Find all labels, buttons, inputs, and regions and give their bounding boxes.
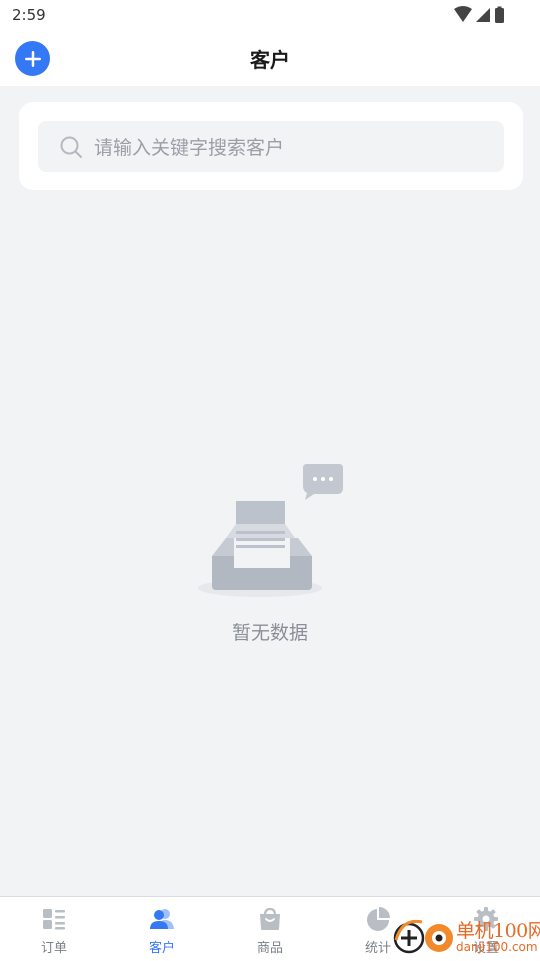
status-icons	[454, 6, 504, 23]
users-icon	[150, 909, 174, 929]
pie-chart-icon	[367, 907, 390, 931]
watermark-text: 单机100网	[456, 920, 540, 942]
bag-icon	[260, 907, 280, 930]
search-icon	[60, 136, 82, 158]
status-bar: 2:59	[0, 0, 540, 30]
tab-label: 商品	[256, 941, 283, 956]
page-title: 客户	[250, 48, 290, 72]
watermark-logo-icon	[393, 919, 453, 954]
tab-customers[interactable]: 客户	[108, 897, 216, 961]
wifi-icon	[454, 6, 472, 22]
tab-orders[interactable]: 订单	[0, 897, 108, 961]
search-input[interactable]	[92, 121, 486, 174]
watermark: 单机100网 danji100.com	[392, 910, 540, 960]
search-box[interactable]	[38, 121, 504, 174]
tab-label: 客户	[148, 941, 175, 956]
search-card	[19, 102, 523, 190]
tab-label: 订单	[40, 941, 67, 956]
battery-icon	[495, 8, 504, 23]
status-time: 2:59	[12, 6, 46, 24]
header: 客户	[0, 30, 540, 86]
empty-inbox-illustration	[198, 464, 343, 597]
signal-icon	[476, 8, 490, 22]
watermark-subtext: danji100.com	[456, 940, 538, 954]
empty-state-text: 暂无数据	[231, 622, 308, 644]
list-icon	[43, 909, 65, 930]
tab-products[interactable]: 商品	[216, 897, 324, 961]
